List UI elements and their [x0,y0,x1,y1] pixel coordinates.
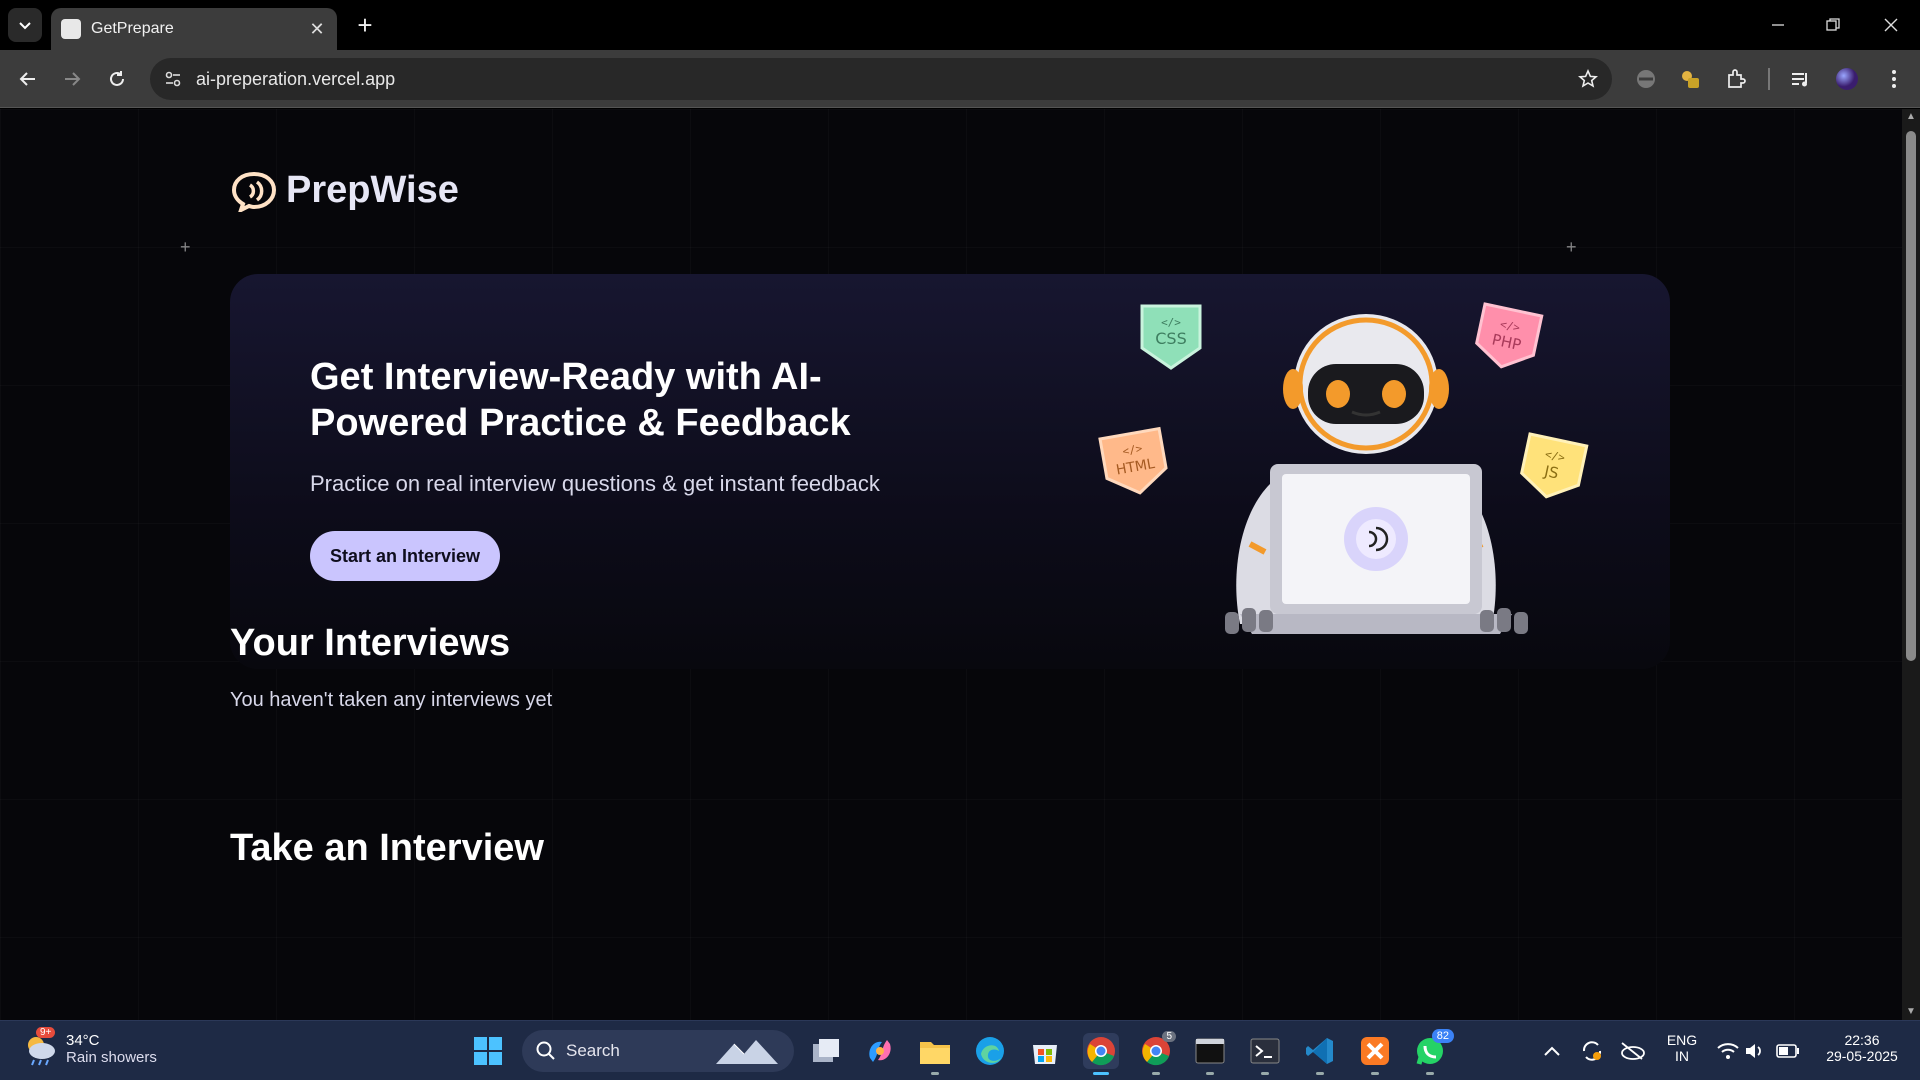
rain-cloud-icon: 9+ [22,1027,58,1067]
tab-search-button[interactable] [8,8,42,42]
forward-button[interactable] [54,61,90,97]
chrome-menu-icon[interactable] [1880,65,1908,93]
scroll-down-arrow-icon[interactable]: ▼ [1905,1006,1917,1018]
clock[interactable]: 22:36 29-05-2025 [1812,1032,1912,1064]
region-code: IN [1675,1048,1689,1064]
chrome-icon[interactable] [1083,1033,1119,1075]
start-button[interactable] [470,1033,506,1069]
edge-browser-icon[interactable] [972,1033,1008,1069]
robot-head [1283,314,1449,454]
search-highlight-mountain-icon [716,1040,778,1064]
whatsapp-unread-badge: 82 [1431,1029,1454,1043]
bookmark-star-icon[interactable] [1578,69,1598,89]
arrow-left-icon [19,72,35,86]
favicon-icon [61,19,81,39]
scrollbar-thumb[interactable] [1906,131,1916,661]
your-interviews-heading: Your Interviews [230,622,511,664]
new-tab-button[interactable]: + [352,10,378,40]
onedrive-offline-icon[interactable] [1614,1033,1650,1069]
windows-taskbar: 9+ 34°C Rain showers Search 5 82 ENG IN … [0,1020,1920,1080]
tab-title: GetPrepare [91,20,174,37]
search-icon [536,1041,555,1060]
toolbar-divider [1768,68,1770,90]
extension-blocked-icon[interactable] [1632,65,1660,93]
site-settings-icon[interactable] [164,70,182,88]
hero-subheading: Practice on real interview questions & g… [310,471,880,496]
brand-name: PrepWise [286,169,459,211]
xampp-icon[interactable] [1357,1033,1393,1075]
chat-bubble-logo-icon [231,171,277,212]
empty-interviews-message: You haven't taken any interviews yet [230,689,553,711]
hero-heading: Get Interview-Ready with AI-Powered Prac… [310,356,851,444]
start-interview-button[interactable]: Start an Interview [310,531,501,581]
weather-description: Rain showers [66,1049,157,1066]
php-badge-icon: PHP </> [1475,302,1544,369]
sparkle-decoration: + [1566,237,1577,257]
extension-puzzle-yellow-icon[interactable] [1676,65,1704,93]
svg-text:</>: </> [1161,316,1181,329]
sync-status-icon[interactable] [1574,1033,1610,1069]
js-badge-icon: JS </> [1520,432,1589,499]
terminal-icon[interactable] [1192,1033,1228,1075]
brand-logo[interactable]: PrepWise [230,169,459,212]
close-window-button[interactable] [1868,8,1914,42]
browser-tab-active[interactable]: GetPrepare ✕ [51,8,337,50]
language-indicator[interactable]: ENG IN [1664,1032,1700,1064]
show-hidden-icons-chevron-up-icon[interactable] [1534,1033,1570,1069]
minimize-icon [1772,24,1784,26]
css-badge-icon: CSS </> [1140,304,1202,370]
arrow-right-icon [65,72,81,86]
windows-logo-icon [474,1037,502,1065]
clock-time: 22:36 [1844,1032,1880,1048]
taskbar-search[interactable]: Search [522,1030,794,1072]
url-text: ai-preperation.vercel.app [196,68,396,89]
language-code: ENG [1666,1032,1698,1048]
reload-button[interactable] [99,61,135,97]
weather-widget[interactable]: 9+ 34°C Rain showers [22,1027,157,1067]
copilot-icon[interactable] [862,1033,898,1069]
take-interview-heading: Take an Interview [230,827,544,869]
reload-icon [110,71,124,86]
weather-alert-badge: 9+ [36,1027,56,1038]
laptop [1240,464,1512,634]
battery-icon[interactable] [1770,1033,1806,1069]
css-badge-label: CSS [1155,329,1186,348]
vscode-icon[interactable] [1302,1033,1338,1075]
media-controls-icon[interactable] [1786,65,1814,93]
weather-temperature: 34°C [66,1032,100,1049]
page-scrollbar[interactable]: ▲ ▼ [1902,109,1920,1020]
volume-icon[interactable] [1737,1033,1773,1069]
restore-button[interactable] [1810,8,1856,42]
html-badge-icon: HTML </> [1098,426,1168,495]
close-icon [1884,18,1898,32]
scroll-up-arrow-icon[interactable]: ▲ [1905,111,1917,123]
clock-date: 29-05-2025 [1826,1048,1898,1064]
microsoft-store-icon[interactable] [1027,1033,1063,1069]
profile-avatar[interactable] [1833,65,1861,93]
file-explorer-icon[interactable] [917,1033,953,1075]
page-viewport: + + PrepWise Get Interview-Ready with AI… [0,109,1902,1020]
chevron-down-icon [19,22,31,30]
address-bar[interactable]: ai-preperation.vercel.app [150,58,1612,100]
chrome-profile-icon[interactable]: 5 [1138,1031,1176,1075]
browser-toolbar: ai-preperation.vercel.app [0,50,1920,108]
task-view-icon[interactable] [808,1033,844,1069]
browser-tab-strip: GetPrepare ✕ + [0,0,1920,50]
restore-icon [1826,18,1840,31]
minimize-button[interactable] [1755,8,1801,42]
powershell-icon[interactable] [1247,1033,1283,1075]
chrome-profile-badge: 5 [1162,1031,1176,1042]
search-label: Search [566,1041,620,1060]
extensions-icon[interactable] [1722,65,1750,93]
sparkle-decoration: + [180,237,191,257]
robot-illustration: CSS </> PHP </> HTML </> JS </> [1098,302,1589,634]
close-tab-icon[interactable]: ✕ [307,19,327,39]
back-button[interactable] [10,61,46,97]
hero-card: Get Interview-Ready with AI-Powered Prac… [230,274,1670,669]
whatsapp-icon[interactable]: 82 [1412,1029,1454,1075]
